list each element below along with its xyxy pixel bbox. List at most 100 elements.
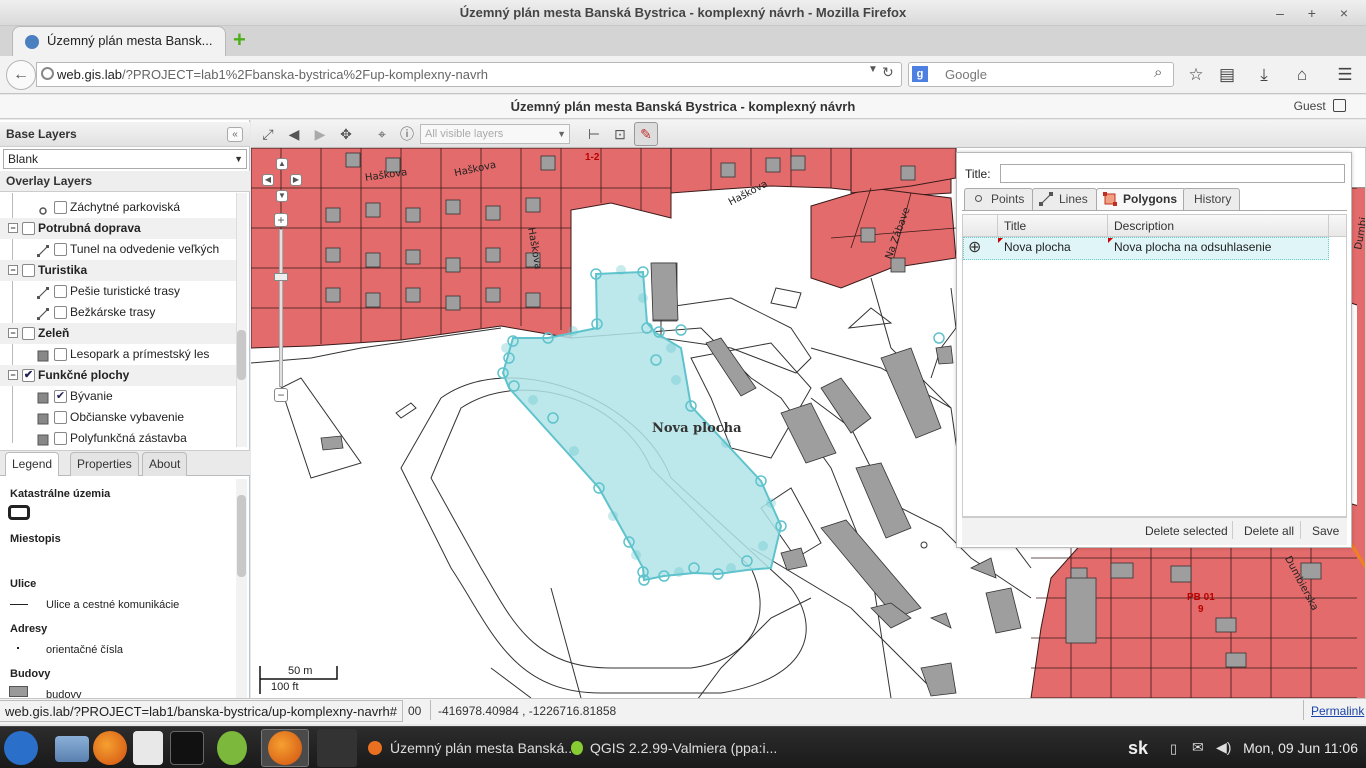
pan-up-icon[interactable]: ▲ [276, 158, 288, 170]
layer-tree-item[interactable]: Polyfunkčná zástavba [0, 428, 236, 449]
layer-tree-group[interactable]: − Potrubná doprava [0, 218, 236, 239]
tab-points[interactable]: Points [964, 188, 1034, 210]
layer-tree-group[interactable]: − ✔ Funkčné plochy [0, 365, 236, 386]
layer-tree-item[interactable]: Tunel na odvedenie veľkých vod [0, 239, 236, 277]
draw-pencil-icon[interactable]: ✎ [634, 122, 658, 146]
collapse-toggle-icon[interactable]: − [8, 328, 18, 338]
site-identity-icon[interactable] [41, 67, 54, 80]
collapse-toggle-icon[interactable]: − [8, 265, 18, 275]
layer-checkbox[interactable] [54, 411, 67, 424]
layer-tree-scrollbar[interactable] [236, 193, 247, 447]
task-firefox[interactable]: Územný plán mesta Banská... [390, 728, 576, 768]
collapse-toggle-icon[interactable]: − [8, 370, 18, 380]
qgis-icon[interactable] [217, 731, 247, 765]
layer-checkbox[interactable] [54, 348, 67, 361]
volume-icon[interactable]: ◀) [1216, 739, 1231, 756]
search-input[interactable]: Google [908, 62, 1174, 87]
layer-tree-item[interactable]: Lesopark a prímestský les [0, 344, 236, 365]
title-input[interactable] [1000, 164, 1345, 183]
column-description[interactable]: Description [1114, 215, 1174, 237]
workspace-switcher[interactable] [317, 729, 357, 767]
identify-layer-select[interactable]: All visible layers ▼ [420, 124, 570, 144]
layer-tree-group[interactable]: − Zeleň [0, 323, 236, 344]
back-arrow-icon[interactable]: ← [6, 60, 36, 90]
pan-icon[interactable]: ✥ [335, 124, 357, 144]
zoom-to-feature-icon[interactable]: ⊕ [968, 238, 988, 258]
zoom-thumb[interactable] [274, 273, 288, 281]
layer-tree-item[interactable]: Bežkárske trasy [0, 302, 236, 323]
address-bar[interactable]: web.gis.lab/?PROJECT=lab1%2Fbanska-bystr… [36, 62, 902, 87]
base-layer-select[interactable]: Blank ▼ [3, 149, 247, 169]
layer-checkbox[interactable] [54, 306, 67, 319]
save-button[interactable]: Save [1312, 524, 1339, 538]
zoom-out-icon[interactable]: − [274, 388, 288, 402]
pan-down-icon[interactable]: ▼ [276, 190, 288, 202]
layer-checkbox-checked[interactable]: ✔ [54, 390, 67, 403]
delete-all-button[interactable]: Delete all [1244, 524, 1294, 538]
layer-checkbox[interactable] [22, 264, 35, 277]
clock[interactable]: Mon, 09 Jun 11:06 [1243, 728, 1358, 768]
reading-list-icon[interactable]: ▤ [1216, 64, 1238, 86]
layer-checkbox[interactable] [54, 243, 67, 256]
legend-scroll-thumb[interactable] [237, 495, 246, 577]
collapse-panel-icon[interactable]: « [227, 127, 243, 142]
row-description[interactable]: Nova plocha na odsuhlasenie [1114, 237, 1271, 260]
layer-checkbox[interactable] [54, 201, 67, 214]
pan-left-icon[interactable]: ◀ [262, 174, 274, 186]
column-title[interactable]: Title [1004, 215, 1026, 237]
layer-checkbox-checked[interactable]: ✔ [22, 369, 35, 382]
layer-tree-item[interactable]: Občianske vybavenie [0, 407, 236, 428]
layer-tree-item[interactable]: Záchytné parkoviská [0, 197, 236, 218]
home-icon[interactable]: ⌂ [1291, 64, 1313, 86]
layer-tree-item[interactable]: Pešie turistické trasy [0, 281, 236, 302]
window-controls[interactable]: – + × [1276, 0, 1358, 26]
tab-history[interactable]: History [1183, 188, 1241, 210]
mail-icon[interactable]: ✉ [1192, 739, 1204, 756]
next-view-arrow-icon[interactable]: ▶ [309, 124, 331, 144]
tab-properties[interactable]: Properties [70, 452, 139, 476]
tab-about[interactable]: About [142, 452, 188, 476]
reload-icon[interactable]: ↻ [882, 64, 894, 81]
layer-checkbox[interactable] [22, 222, 35, 235]
binoculars-search-icon[interactable]: ⌖ [371, 124, 393, 144]
terminal-icon[interactable] [170, 731, 204, 765]
text-editor-icon[interactable] [133, 731, 163, 765]
firefox-icon[interactable] [93, 731, 127, 765]
row-title[interactable]: Nova plocha [1004, 237, 1071, 260]
zoom-in-icon[interactable]: + [274, 213, 288, 227]
layer-tree-group[interactable]: − Turistika [0, 260, 236, 281]
zoom-slider[interactable]: + − [274, 213, 290, 403]
previous-view-arrow-icon[interactable]: ◀ [283, 124, 305, 144]
menu-hamburger-icon[interactable]: ☰ [1334, 64, 1356, 86]
permalink-link[interactable]: Permalink [1311, 704, 1364, 718]
tab-legend[interactable]: Legend [5, 452, 60, 476]
downloads-icon[interactable]: ⤓ [1253, 64, 1275, 86]
collapse-toggle-icon[interactable]: − [8, 223, 18, 233]
layer-checkbox[interactable] [54, 432, 67, 445]
new-tab-plus-icon[interactable]: + [233, 29, 253, 51]
file-manager-icon[interactable] [55, 736, 89, 762]
user-login[interactable]: Guest [1294, 95, 1346, 119]
layer-checkbox[interactable] [54, 285, 67, 298]
identify-info-icon[interactable]: ⓘ [396, 124, 418, 144]
measure-length-icon[interactable]: ⊢ [583, 124, 605, 144]
url-history-dropdown-icon[interactable]: ▼ [868, 64, 878, 75]
search-engine-icon[interactable]: g [912, 66, 928, 82]
layer-tree-scroll-thumb[interactable] [237, 330, 246, 380]
battery-icon[interactable]: ▯ [1170, 741, 1177, 757]
tab-lines[interactable]: Lines [1032, 188, 1097, 210]
pan-right-icon[interactable]: ▶ [290, 174, 302, 186]
measure-area-icon[interactable]: ⊡ [609, 124, 631, 144]
start-menu-icon[interactable] [4, 731, 38, 765]
delete-selected-button[interactable]: Delete selected [1145, 524, 1228, 538]
task-qgis[interactable]: QGIS 2.2.99-Valmiera (ppa:i... [590, 728, 777, 768]
tab-polygons[interactable]: Polygons [1096, 188, 1187, 210]
search-magnifier-icon[interactable]: ⌕ [1154, 64, 1162, 81]
layer-tree-item[interactable]: ✔ Bývanie [0, 386, 236, 407]
zoom-track[interactable] [279, 229, 283, 387]
zoom-to-extent-icon[interactable]: ⤢ [257, 124, 279, 144]
browser-tab[interactable]: Územný plán mesta Bansk... [12, 26, 226, 56]
keyboard-layout[interactable]: sk [1128, 728, 1148, 768]
layer-checkbox[interactable] [22, 327, 35, 340]
bookmark-star-icon[interactable]: ☆ [1185, 64, 1207, 86]
